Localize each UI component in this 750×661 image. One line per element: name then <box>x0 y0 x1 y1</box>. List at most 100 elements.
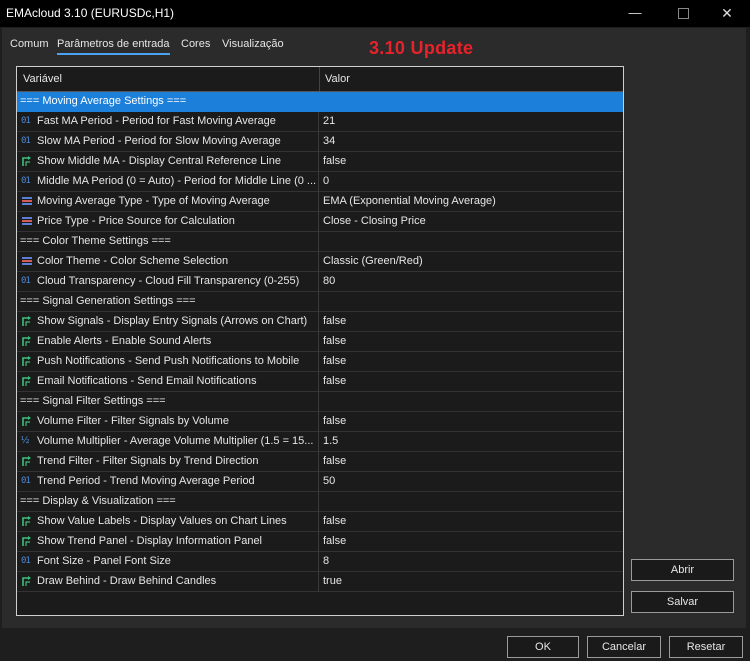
parameter-value-cell[interactable]: Classic (Green/Red) <box>319 252 623 272</box>
section-header-row[interactable]: === Color Theme Settings === <box>17 232 623 252</box>
parameter-row[interactable]: Moving Average Type - Type of Moving Ave… <box>17 192 623 212</box>
parameter-value-cell[interactable]: Close - Closing Price <box>319 212 623 232</box>
parameter-row[interactable]: Show Trend Panel - Display Information P… <box>17 532 623 552</box>
parameter-value-cell[interactable]: 8 <box>319 552 623 572</box>
parameter-name-cell[interactable]: Trend Filter - Filter Signals by Trend D… <box>17 452 319 472</box>
parameter-row[interactable]: 01 Fast MA Period - Period for Fast Movin… <box>17 112 623 132</box>
parameter-row[interactable]: Price Type - Price Source for Calculatio… <box>17 212 623 232</box>
parameter-value-cell[interactable]: false <box>319 452 623 472</box>
parameter-name: === Display & Visualization === <box>20 495 176 507</box>
parameter-name-cell[interactable]: 01 Trend Period - Trend Moving Average Pe… <box>17 472 319 492</box>
parameter-name-cell[interactable]: Show Value Labels - Display Values on Ch… <box>17 512 319 532</box>
parameter-name-cell[interactable]: === Moving Average Settings === <box>17 92 319 112</box>
bool-icon <box>22 336 31 346</box>
section-header-row[interactable]: === Moving Average Settings === <box>17 92 623 112</box>
parameter-row[interactable]: 01 Cloud Transparency - Cloud Fill Transp… <box>17 272 623 292</box>
parameter-value-cell[interactable]: false <box>319 312 623 332</box>
parameter-row[interactable]: 01 Slow MA Period - Period for Slow Movin… <box>17 132 623 152</box>
parameter-name-cell[interactable]: === Display & Visualization === <box>17 492 319 512</box>
tab-common[interactable]: Comum <box>10 38 49 53</box>
close-button[interactable]: ✕ <box>704 2 750 25</box>
parameter-name-cell[interactable]: ½ Volume Multiplier - Average Volume Mult… <box>17 432 319 452</box>
parameter-row[interactable]: Color Theme - Color Scheme Selection Clas… <box>17 252 623 272</box>
minimize-button[interactable]: — <box>612 2 658 25</box>
parameter-value: 21 <box>323 115 336 127</box>
maximize-button[interactable] <box>660 2 706 25</box>
parameter-row[interactable]: Show Value Labels - Display Values on Ch… <box>17 512 623 532</box>
parameter-value-cell[interactable] <box>319 92 623 112</box>
parameter-row[interactable]: 01 Trend Period - Trend Moving Average Pe… <box>17 472 623 492</box>
column-header-value[interactable]: Valor <box>325 73 350 85</box>
section-header-row[interactable]: === Signal Generation Settings === <box>17 292 623 312</box>
parameter-name-cell[interactable]: 01 Font Size - Panel Font Size <box>17 552 319 572</box>
parameter-name-cell[interactable]: 01 Slow MA Period - Period for Slow Movin… <box>17 132 319 152</box>
column-header-variable[interactable]: Variável <box>23 73 62 85</box>
parameter-name-cell[interactable]: Draw Behind - Draw Behind Candles <box>17 572 319 592</box>
tab-visualization[interactable]: Visualização <box>222 38 284 53</box>
parameter-name: === Signal Filter Settings === <box>20 395 166 407</box>
ok-button[interactable]: OK <box>507 636 579 658</box>
parameter-name-cell[interactable]: Show Signals - Display Entry Signals (Ar… <box>17 312 319 332</box>
tab-input-parameters[interactable]: Parâmetros de entrada <box>57 38 170 55</box>
parameter-name-cell[interactable]: Enable Alerts - Enable Sound Alerts <box>17 332 319 352</box>
parameter-name-cell[interactable]: 01 Middle MA Period (0 = Auto) - Period f… <box>17 172 319 192</box>
open-button[interactable]: Abrir <box>631 559 734 581</box>
parameter-value-cell[interactable]: false <box>319 512 623 532</box>
parameter-row[interactable]: Draw Behind - Draw Behind Candles true <box>17 572 623 592</box>
parameter-row[interactable]: Show Signals - Display Entry Signals (Ar… <box>17 312 623 332</box>
parameter-row[interactable]: 01 Middle MA Period (0 = Auto) - Period f… <box>17 172 623 192</box>
parameter-value-cell[interactable]: 1.5 <box>319 432 623 452</box>
parameter-value-cell[interactable]: false <box>319 372 623 392</box>
parameter-row[interactable]: Push Notifications - Send Push Notificat… <box>17 352 623 372</box>
parameter-value-cell[interactable] <box>319 292 623 312</box>
bool-icon <box>22 456 31 466</box>
parameter-value-cell[interactable] <box>319 392 623 412</box>
parameter-value-cell[interactable] <box>319 492 623 512</box>
parameter-value-cell[interactable]: false <box>319 532 623 552</box>
table-header: Variável Valor <box>17 67 623 92</box>
parameter-value-cell[interactable]: EMA (Exponential Moving Average) <box>319 192 623 212</box>
parameter-value-cell[interactable]: false <box>319 152 623 172</box>
parameter-name-cell[interactable]: Push Notifications - Send Push Notificat… <box>17 352 319 372</box>
parameter-name-cell[interactable]: 01 Fast MA Period - Period for Fast Movin… <box>17 112 319 132</box>
parameter-name-cell[interactable]: Show Middle MA - Display Central Referen… <box>17 152 319 172</box>
parameter-value-cell[interactable]: 21 <box>319 112 623 132</box>
parameter-value: false <box>323 315 347 327</box>
parameter-name-cell[interactable]: Moving Average Type - Type of Moving Ave… <box>17 192 319 212</box>
parameter-name-cell[interactable]: 01 Cloud Transparency - Cloud Fill Transp… <box>17 272 319 292</box>
parameter-row[interactable]: Volume Filter - Filter Signals by Volume… <box>17 412 623 432</box>
parameter-value: false <box>323 455 347 467</box>
parameter-row[interactable]: ½ Volume Multiplier - Average Volume Mult… <box>17 432 623 452</box>
reset-button[interactable]: Resetar <box>669 636 743 658</box>
parameter-value-cell[interactable] <box>319 232 623 252</box>
parameter-name-cell[interactable]: === Color Theme Settings === <box>17 232 319 252</box>
parameter-name-cell[interactable]: Price Type - Price Source for Calculatio… <box>17 212 319 232</box>
parameter-value-cell[interactable]: 50 <box>319 472 623 492</box>
parameter-value-cell[interactable]: false <box>319 332 623 352</box>
parameter-name-cell[interactable]: Volume Filter - Filter Signals by Volume <box>17 412 319 432</box>
parameter-name-cell[interactable]: === Signal Filter Settings === <box>17 392 319 412</box>
parameter-row[interactable]: Show Middle MA - Display Central Referen… <box>17 152 623 172</box>
parameter-name-cell[interactable]: Color Theme - Color Scheme Selection <box>17 252 319 272</box>
parameter-name-cell[interactable]: === Signal Generation Settings === <box>17 292 319 312</box>
cancel-button[interactable]: Cancelar <box>587 636 661 658</box>
parameter-value-cell[interactable]: 80 <box>319 272 623 292</box>
parameter-value-cell[interactable]: 0 <box>319 172 623 192</box>
parameter-value-cell[interactable]: true <box>319 572 623 592</box>
parameter-row[interactable]: 01 Font Size - Panel Font Size 8 <box>17 552 623 572</box>
parameter-value-cell[interactable]: false <box>319 352 623 372</box>
section-header-row[interactable]: === Signal Filter Settings === <box>17 392 623 412</box>
parameter-row[interactable]: Enable Alerts - Enable Sound Alerts false <box>17 332 623 352</box>
parameter-value: 0 <box>323 175 330 187</box>
column-divider[interactable] <box>319 67 320 91</box>
parameter-name-cell[interactable]: Show Trend Panel - Display Information P… <box>17 532 319 552</box>
parameter-row[interactable]: Trend Filter - Filter Signals by Trend D… <box>17 452 623 472</box>
parameter-name-cell[interactable]: Email Notifications - Send Email Notific… <box>17 372 319 392</box>
section-header-row[interactable]: === Display & Visualization === <box>17 492 623 512</box>
parameter-value-cell[interactable]: false <box>319 412 623 432</box>
parameter-value-cell[interactable]: 34 <box>319 132 623 152</box>
parameter-value: true <box>323 575 342 587</box>
parameter-row[interactable]: Email Notifications - Send Email Notific… <box>17 372 623 392</box>
tab-colors[interactable]: Cores <box>181 38 210 53</box>
save-button[interactable]: Salvar <box>631 591 734 613</box>
